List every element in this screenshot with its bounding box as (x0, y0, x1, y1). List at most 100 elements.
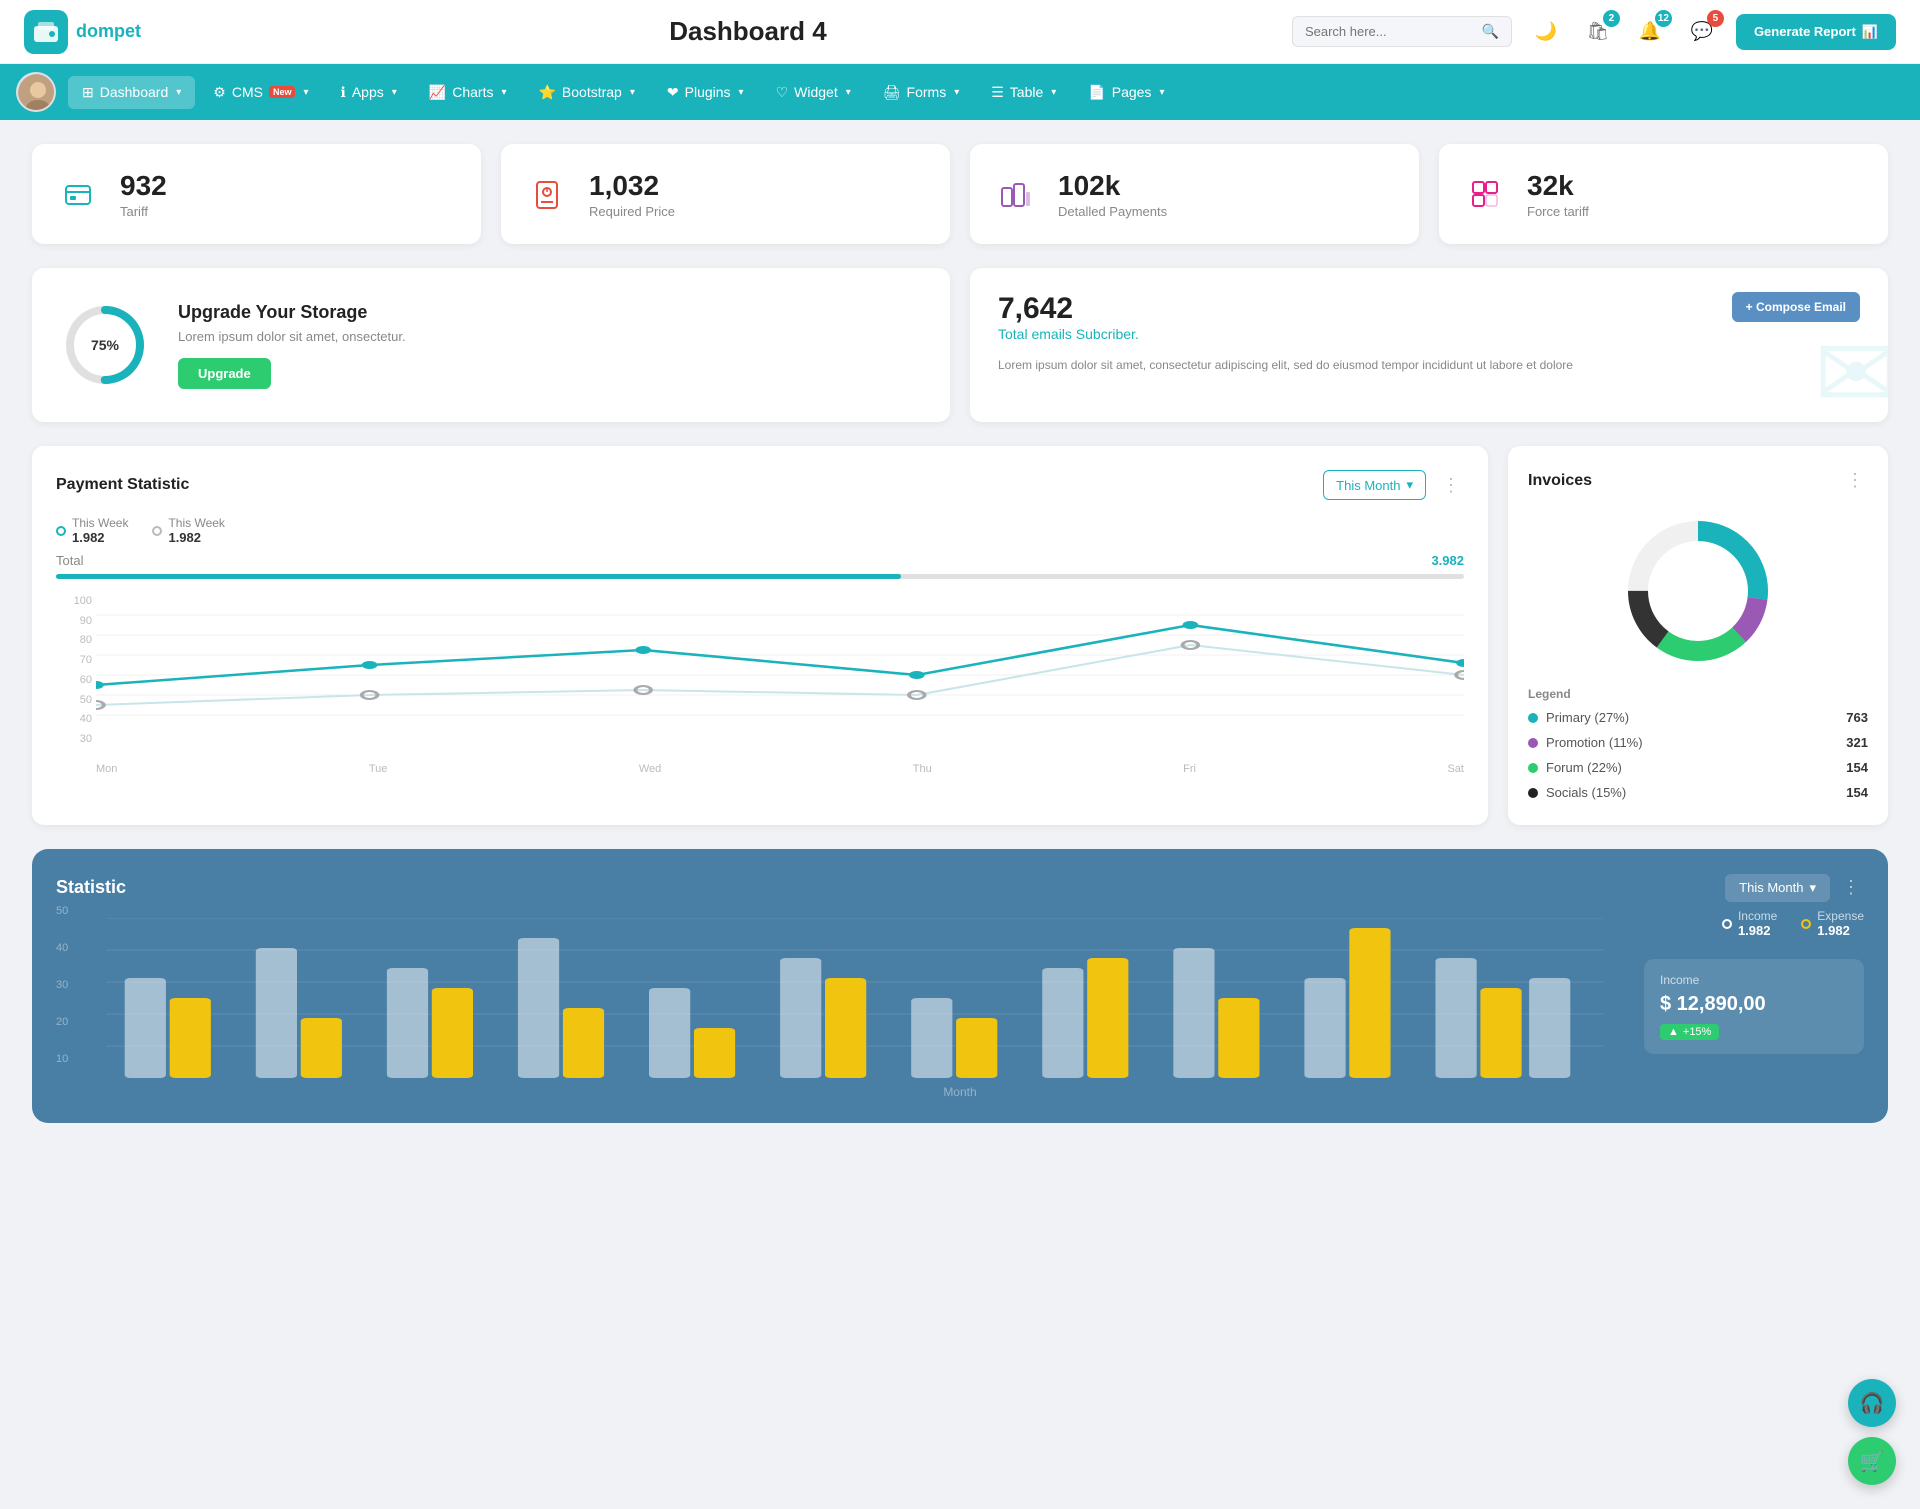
chat-icon-btn[interactable]: 💬 5 (1684, 14, 1720, 50)
nav-item-apps[interactable]: ℹ Apps ▾ (327, 76, 411, 109)
invoices-donut-container (1528, 511, 1868, 671)
stat-dropdown-icon: ▾ (1809, 880, 1816, 896)
inv-legend-primary: Primary (27%) 763 (1528, 705, 1868, 730)
chevron-down-icon-6: ▾ (739, 87, 744, 98)
payment-progress-fill (56, 574, 901, 579)
income-panel-value: $ 12,890,00 (1660, 993, 1848, 1016)
shop-icon-btn[interactable]: 🛍 2 (1580, 14, 1616, 50)
logo-area: dompet (24, 10, 204, 54)
pages-icon: 📄 (1088, 84, 1105, 101)
force-tariff-label: Force tariff (1527, 204, 1589, 219)
line-chart-area: 100 90 80 70 60 50 40 30 (56, 595, 1464, 775)
expense-legend: Expense 1.982 (1801, 909, 1864, 938)
stat-month-dropdown[interactable]: This Month ▾ (1725, 874, 1830, 902)
nav-label-pages: Pages (1112, 84, 1152, 100)
expense-label: Expense (1817, 909, 1864, 923)
stat-card-tariff: 932 Tariff (32, 144, 481, 244)
chevron-down-icon-9: ▾ (1051, 87, 1056, 98)
invoices-card: Invoices ⋮ L (1508, 446, 1888, 825)
dropdown-arrow-icon: ▾ (1406, 477, 1413, 493)
email-subtitle: Total emails Subcriber. (998, 326, 1139, 342)
generate-report-button[interactable]: Generate Report 📊 (1736, 14, 1896, 50)
storage-percent: 75% (91, 337, 119, 353)
widget-icon: ♡ (776, 84, 789, 101)
bar-chart-svg (106, 918, 1604, 1078)
forum-dot (1528, 763, 1538, 773)
dark-mode-toggle[interactable]: 🌙 (1528, 14, 1564, 50)
tariff-value: 932 (120, 170, 167, 202)
page-title: Dashboard 4 (204, 16, 1292, 47)
chevron-down-icon-10: ▾ (1159, 87, 1164, 98)
search-box[interactable]: 🔍 (1292, 16, 1512, 47)
bell-icon-btn[interactable]: 🔔 12 (1632, 14, 1668, 50)
main-content: 932 Tariff 1,032 Required Price (0, 120, 1920, 1147)
nav-item-pages[interactable]: 📄 Pages ▾ (1074, 76, 1178, 109)
stat-card-detailed-payments: 102k Detalled Payments (970, 144, 1419, 244)
support-fab-button[interactable]: 🎧 (1848, 1379, 1896, 1427)
email-card-header: 7,642 Total emails Subcriber. + Compose … (998, 292, 1860, 350)
invoices-header: Invoices ⋮ (1528, 466, 1868, 495)
primary-val: 763 (1846, 710, 1868, 725)
total-row: Total 3.982 (56, 553, 1464, 568)
storage-info: Upgrade Your Storage Lorem ipsum dolor s… (178, 302, 406, 389)
statistic-more-options[interactable]: ⋮ (1838, 873, 1864, 902)
bootstrap-icon: ⭐ (538, 84, 555, 101)
nav-item-dashboard[interactable]: ⊞ Dashboard ▾ (68, 76, 195, 109)
middle-row: 75% Upgrade Your Storage Lorem ipsum dol… (32, 268, 1888, 422)
top-header: dompet Dashboard 4 🔍 🌙 🛍 2 🔔 12 💬 5 Gene… (0, 0, 1920, 64)
nav-label-dashboard: Dashboard (100, 84, 169, 100)
primary-dot (1528, 713, 1538, 723)
nav-item-table[interactable]: ☰ Table ▾ (977, 76, 1070, 109)
nav-label-widget: Widget (794, 84, 838, 100)
legend-dot-teal (56, 526, 66, 536)
expense-dot (1801, 919, 1811, 929)
plugins-icon: ❤ (667, 84, 679, 101)
payment-more-options[interactable]: ⋮ (1438, 471, 1464, 500)
payment-title: Payment Statistic (56, 476, 189, 494)
nav-item-widget[interactable]: ♡ Widget ▾ (762, 76, 865, 109)
stat-card-required-price: 1,032 Required Price (501, 144, 950, 244)
charts-icon: 📈 (429, 84, 446, 101)
legend-item-1: This Week 1.982 (56, 516, 128, 545)
income-panel-label: Income (1660, 973, 1848, 987)
search-input[interactable] (1305, 24, 1474, 39)
storage-description: Lorem ipsum dolor sit amet, onsectetur. (178, 329, 406, 344)
nav-avatar (16, 72, 56, 112)
income-dot (1722, 919, 1732, 929)
upgrade-button[interactable]: Upgrade (178, 358, 271, 389)
nav-bar: ⊞ Dashboard ▾ ⚙ CMS New ▾ ℹ Apps ▾ 📈 Cha… (0, 64, 1920, 120)
nav-item-cms[interactable]: ⚙ CMS New ▾ (199, 76, 322, 109)
nav-label-charts: Charts (452, 84, 493, 100)
nav-label-cms: CMS (232, 84, 263, 100)
forum-label: Forum (22%) (1546, 760, 1622, 775)
charts-row: Payment Statistic This Month ▾ ⋮ This We… (32, 446, 1888, 825)
stat-month-label: This Month (1739, 880, 1803, 895)
statistic-title: Statistic (56, 877, 126, 898)
nav-item-plugins[interactable]: ❤ Plugins ▾ (653, 76, 758, 109)
statistic-header: Statistic This Month ▾ ⋮ (56, 873, 1864, 902)
cms-icon: ⚙ (213, 84, 226, 101)
nav-label-table: Table (1010, 84, 1043, 100)
required-price-icon (521, 168, 573, 220)
compose-email-button[interactable]: + Compose Email (1732, 292, 1860, 322)
chevron-down-icon: ▾ (176, 87, 181, 98)
payment-progress-bar (56, 574, 1464, 579)
income-legend: Income 1.982 (1722, 909, 1777, 938)
force-tariff-icon (1459, 168, 1511, 220)
nav-item-bootstrap[interactable]: ⭐ Bootstrap ▾ (524, 76, 648, 109)
invoices-more-options[interactable]: ⋮ (1842, 466, 1868, 495)
stat-income-expense: Income 1.982 Expense 1.982 (1722, 909, 1864, 938)
nav-label-plugins: Plugins (685, 84, 731, 100)
tariff-label: Tariff (120, 204, 167, 219)
required-price-label: Required Price (589, 204, 675, 219)
income-info-box: Income $ 12,890,00 ▲ +15% (1644, 959, 1864, 1054)
cart-fab-button[interactable]: 🛒 (1848, 1437, 1896, 1485)
nav-item-charts[interactable]: 📈 Charts ▾ (415, 76, 521, 109)
line-chart-svg (96, 595, 1464, 745)
nav-item-forms[interactable]: 🖨 Forms ▾ (869, 76, 973, 109)
stat-cards-row: 932 Tariff 1,032 Required Price (32, 144, 1888, 244)
payment-legends: This Week 1.982 This Week 1.982 (56, 516, 1464, 545)
month-dropdown[interactable]: This Month ▾ (1323, 470, 1426, 500)
forms-icon: 🖨 (883, 84, 901, 101)
total-label: Total (56, 553, 83, 568)
